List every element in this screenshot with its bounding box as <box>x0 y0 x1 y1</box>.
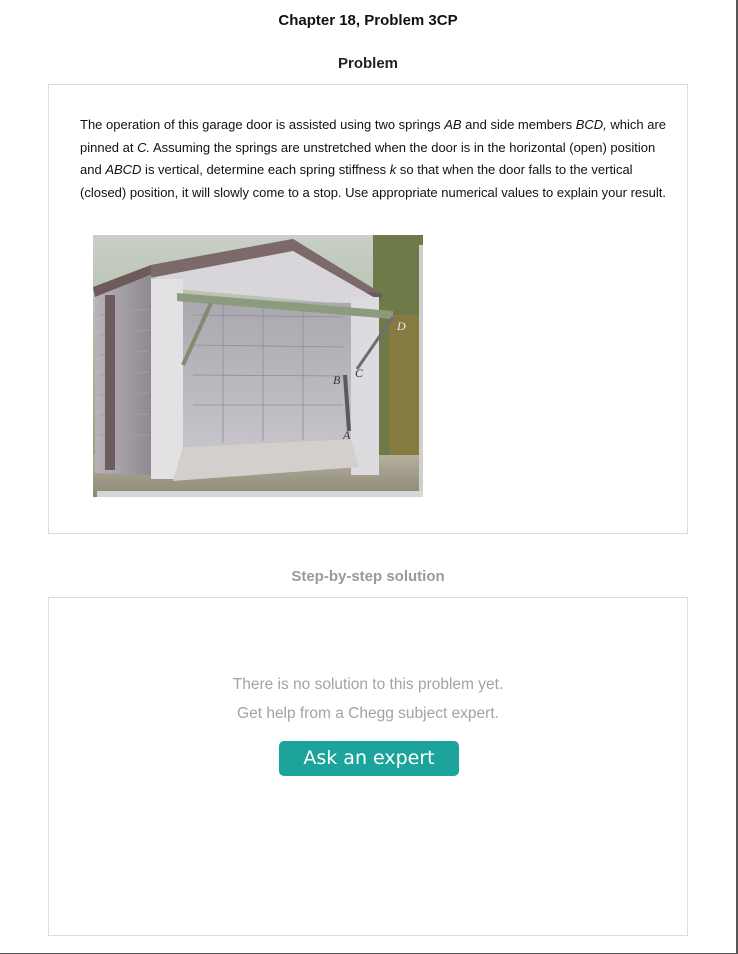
problem-text-part-italic: BCD, <box>575 117 607 132</box>
figure-label-b: B <box>333 373 341 387</box>
problem-text-part: is vertical, determine each spring stiff… <box>141 162 390 177</box>
problem-text-part-italic: C. <box>137 139 151 155</box>
problem-card: The operation of this garage door is ass… <box>48 84 688 534</box>
problem-heading: Problem <box>337 55 398 72</box>
solution-card: There is no solution to this problem yet… <box>48 597 688 936</box>
problem-text-part-italic: ABCD <box>105 162 142 177</box>
problem-text-part: and side members <box>461 117 576 132</box>
problem-text-part-italic: AB <box>444 117 462 132</box>
solution-heading: Step-by-step solution <box>291 568 445 585</box>
problem-text-part: The operation of this garage door is ass… <box>80 117 445 132</box>
no-solution-message: There is no solution to this problem yet… <box>232 676 504 693</box>
problem-statement: The operation of this garage door is ass… <box>80 114 670 204</box>
chapter-title: Chapter 18, Problem 3CP <box>278 12 458 29</box>
figure-label-d: D <box>396 319 406 333</box>
figure-label-c: C <box>355 366 364 380</box>
figure-label-a: A <box>342 428 351 442</box>
get-help-message: Get help from a Chegg subject expert. <box>237 705 499 722</box>
garage-door-figure: D C B A <box>93 235 423 497</box>
ask-expert-button[interactable]: Ask an expert <box>279 741 459 776</box>
